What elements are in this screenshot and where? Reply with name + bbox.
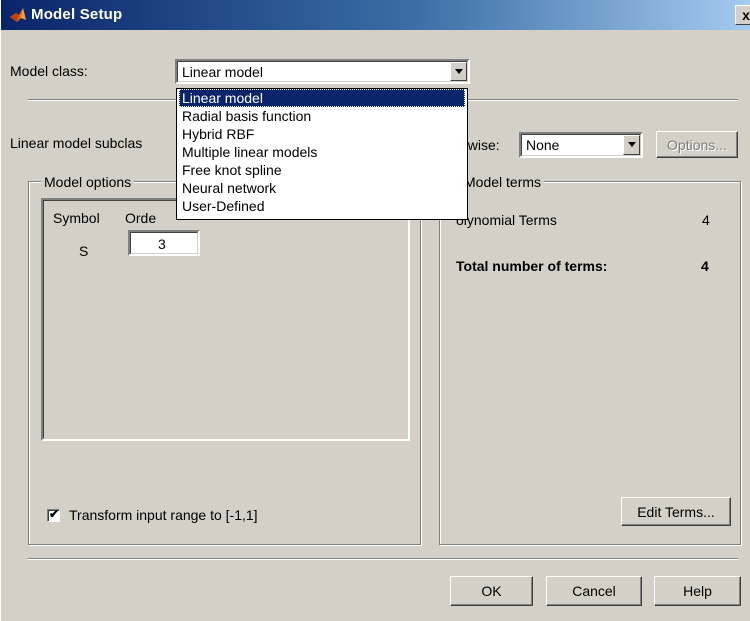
close-button[interactable]: x (735, 5, 750, 25)
symbol-column-header: Symbol (53, 210, 100, 226)
window-title: Model Setup (31, 6, 123, 23)
dropdown-option-neural-network[interactable]: Neural network (179, 179, 465, 197)
model-class-value: Linear model (182, 64, 263, 80)
order-input[interactable]: 3 (128, 230, 200, 256)
stepwise-value: None (526, 137, 560, 153)
model-class-select[interactable]: Linear model (175, 59, 470, 84)
title-bar[interactable]: Model Setup x (1, 0, 750, 30)
dropdown-option-hybrid-rbf[interactable]: Hybrid RBF (179, 125, 465, 143)
polynomial-terms-value: 4 (702, 212, 710, 228)
dropdown-option-linear-model[interactable]: Linear model (179, 89, 465, 107)
transform-checkbox[interactable]: ✔ (47, 507, 60, 522)
transform-label[interactable]: Transform input range to [-1,1] (69, 507, 258, 523)
ok-button[interactable]: OK (450, 576, 533, 606)
dropdown-option-user-defined[interactable]: User-Defined (179, 197, 465, 215)
model-options-table: Symbol Orde S 3 (41, 198, 410, 441)
order-value: 3 (158, 236, 166, 252)
model-terms-group (439, 181, 741, 545)
model-class-label: Model class: (10, 63, 88, 79)
order-column-header: Orde (125, 210, 157, 226)
dropdown-option-multiple-linear-models[interactable]: Multiple linear models (179, 143, 465, 161)
check-icon: ✔ (49, 507, 60, 521)
subclass-label: Linear model subclas (10, 135, 143, 151)
stepwise-select[interactable]: None (519, 132, 643, 158)
model-terms-title: Model terms (461, 174, 545, 190)
close-icon: x (742, 7, 750, 23)
chevron-down-icon[interactable] (623, 135, 640, 155)
dropdown-option-free-knot-spline[interactable]: Free knot spline (179, 161, 465, 179)
chevron-down-icon[interactable] (450, 62, 467, 81)
matlab-logo-icon (10, 8, 26, 22)
total-terms-value: 4 (701, 258, 709, 274)
dropdown-option-radial-basis-function[interactable]: Radial basis function (179, 107, 465, 125)
cancel-button[interactable]: Cancel (546, 576, 642, 606)
help-button[interactable]: Help (654, 576, 741, 606)
symbol-s-label: S (79, 243, 89, 259)
total-terms-label: Total number of terms: (456, 258, 608, 274)
divider-bottom (28, 558, 738, 560)
model-options-title: Model options (41, 174, 135, 190)
polynomial-terms-label: olynomial Terms (456, 212, 557, 228)
model-class-dropdown-list[interactable]: Linear model Radial basis function Hybri… (176, 88, 468, 220)
model-setup-dialog: Model Setup x Model class: Linear model … (0, 0, 750, 621)
edit-terms-button[interactable]: Edit Terms... (621, 497, 731, 526)
options-button[interactable]: Options... (656, 131, 738, 158)
